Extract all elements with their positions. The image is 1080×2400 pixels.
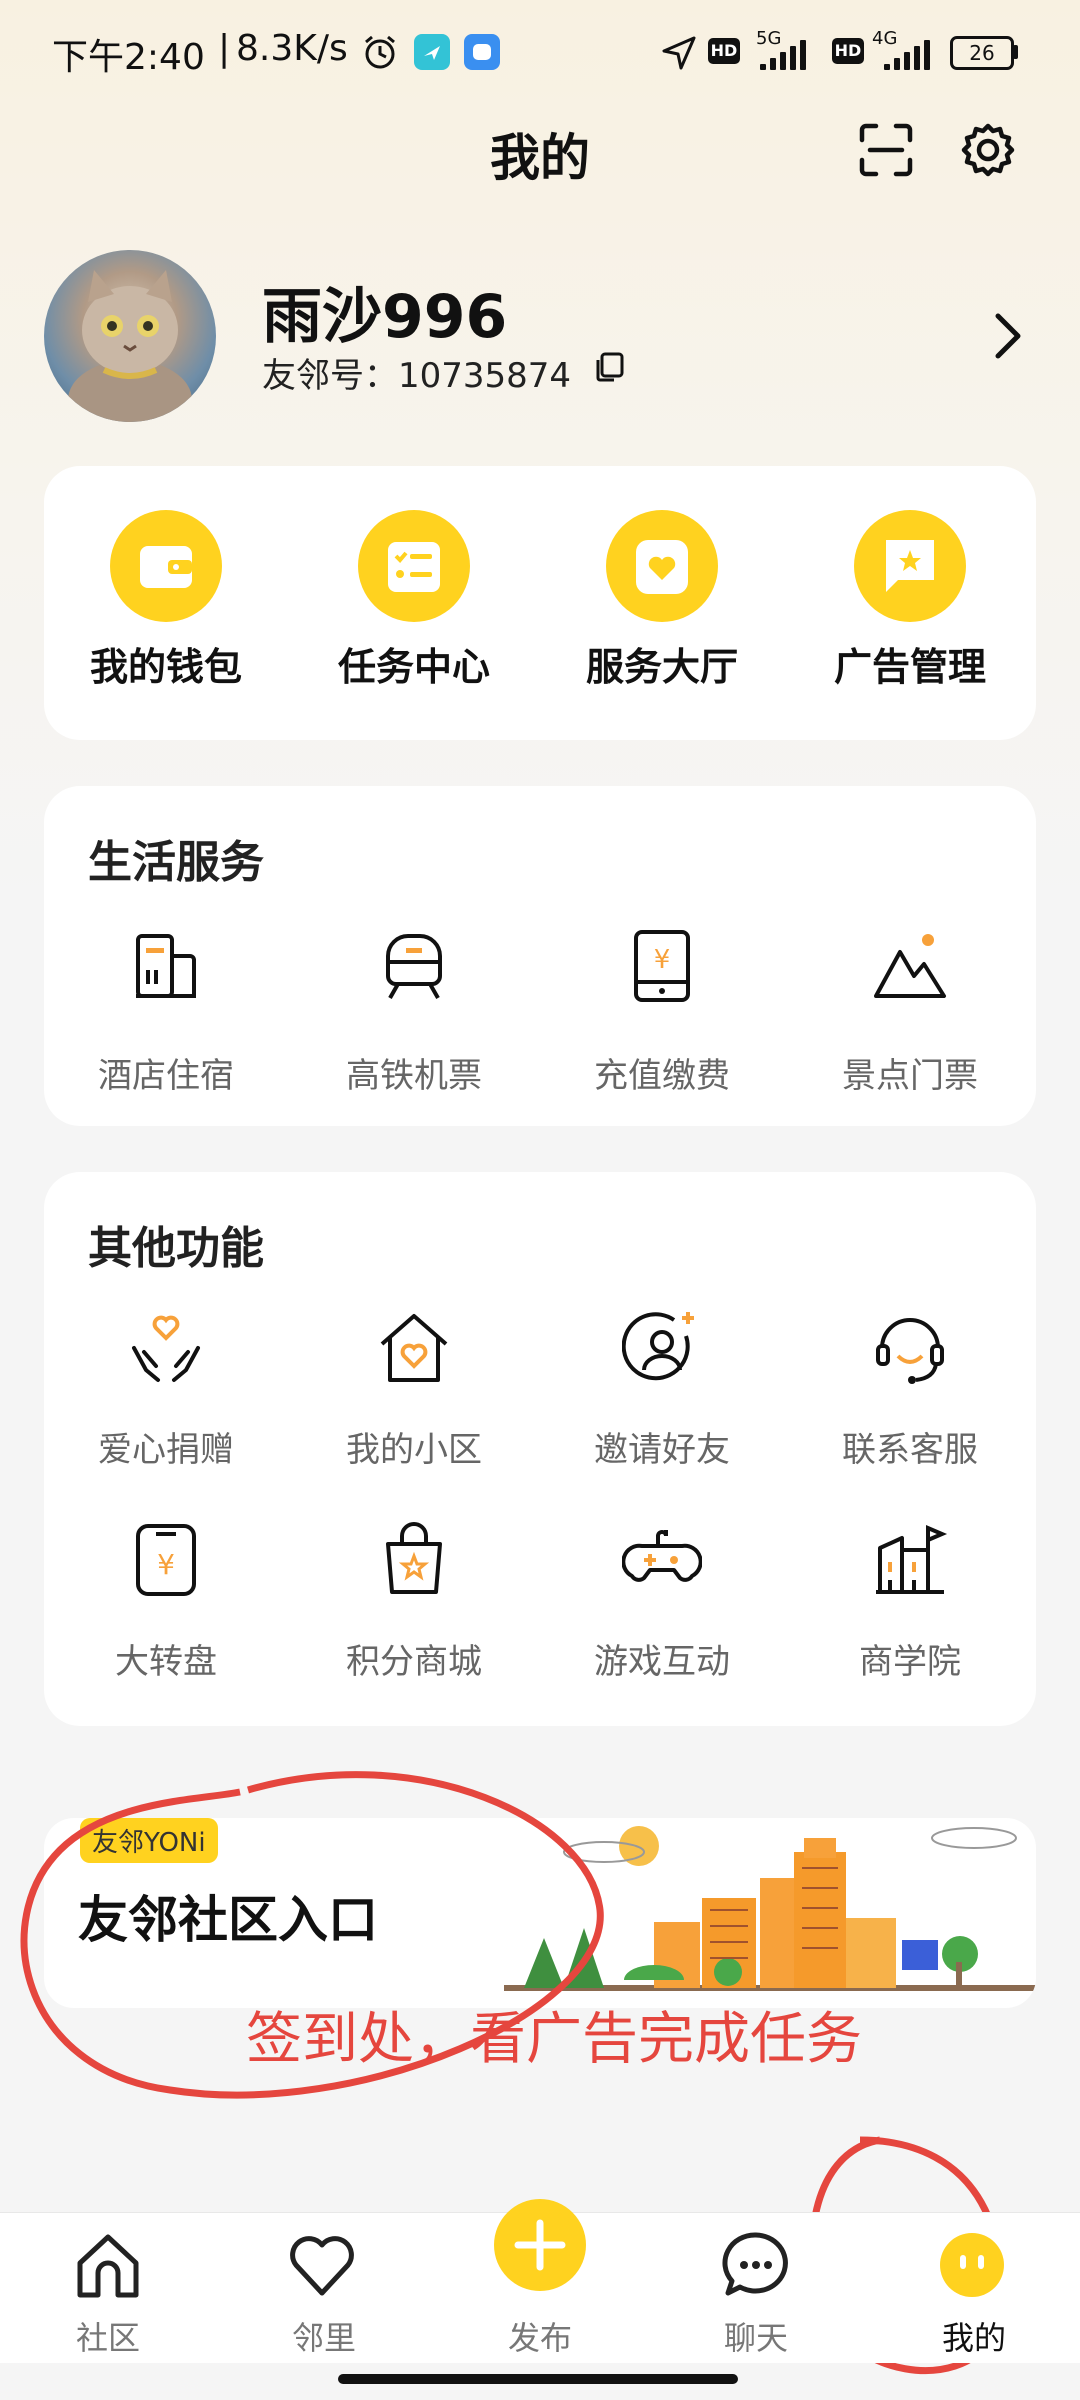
task-center-button[interactable]	[358, 510, 470, 622]
task-list-icon	[388, 542, 440, 592]
nav-label-chat[interactable]: 聊天	[676, 2313, 836, 2359]
wallet-button[interactable]	[110, 510, 222, 622]
battery-tip	[1013, 45, 1018, 59]
service-label-hotel[interactable]: 酒店住宿	[46, 1048, 286, 1097]
status-divider: |	[218, 28, 231, 69]
feature-label-school[interactable]: 商学院	[790, 1634, 1030, 1683]
service-label-recharge[interactable]: 充值缴费	[542, 1048, 782, 1097]
app-notification-icon-2	[464, 34, 500, 70]
network-speed: 8.3K/s	[236, 28, 348, 69]
battery-indicator: 26	[950, 36, 1014, 70]
avatar[interactable]	[44, 250, 216, 422]
headset-icon[interactable]	[870, 1308, 950, 1388]
signal-icon-1	[760, 40, 806, 70]
feature-label-support[interactable]: 联系客服	[790, 1422, 1030, 1471]
feature-label-games[interactable]: 游戏互动	[542, 1634, 782, 1683]
alarm-icon	[365, 35, 395, 69]
status-time: 下午2:40	[52, 37, 205, 78]
status-bar: 下午2:40 | 8.3K/s HD 5G HD 4G 26	[0, 0, 1080, 100]
plus-icon	[514, 2219, 566, 2271]
train-icon[interactable]	[374, 926, 454, 1006]
page-title: 我的	[490, 129, 590, 187]
service-label-train[interactable]: 高铁机票	[294, 1048, 534, 1097]
nav-label-mine[interactable]: 我的	[894, 2313, 1054, 2359]
shopping-bag-star-icon[interactable]	[374, 1520, 454, 1600]
gear-icon[interactable]	[958, 120, 1018, 180]
chat-bubble-icon[interactable]	[720, 2229, 792, 2301]
app-notification-icon	[414, 34, 450, 70]
battery-level: 26	[969, 41, 995, 65]
svg-text:¥: ¥	[157, 1548, 175, 1581]
other-features-title: 其他功能	[88, 1223, 264, 1274]
heart-shield-icon	[636, 540, 688, 594]
lucky-wheel-icon[interactable]: ¥	[126, 1520, 206, 1600]
profile-name: 雨沙996	[262, 282, 508, 352]
nav-label-publish[interactable]: 发布	[460, 2313, 620, 2359]
nav-label-community[interactable]: 社区	[28, 2313, 188, 2359]
house-heart-icon[interactable]	[374, 1308, 454, 1388]
hotel-icon[interactable]	[126, 926, 206, 1006]
copy-icon[interactable]	[592, 350, 626, 384]
feature-label-community[interactable]: 我的小区	[294, 1422, 534, 1471]
flag-star-icon	[886, 540, 934, 592]
heart-icon[interactable]	[286, 2229, 358, 2301]
quick-label-service[interactable]: 服务大厅	[542, 636, 782, 691]
bottom-nav: 社区 邻里 发布 聊天 我的	[0, 2199, 1080, 2363]
location-arrow-icon	[662, 36, 696, 70]
home-indicator[interactable]	[338, 2374, 738, 2384]
home-icon[interactable]	[72, 2229, 144, 2301]
other-features-card: 其他功能 爱心捐赠 我的小区 邀请好友 联系客服 ¥ 大转盘 积分商城 游戏互动…	[44, 1172, 1036, 1726]
publish-button[interactable]	[494, 2199, 586, 2291]
service-hall-button[interactable]	[606, 510, 718, 622]
chevron-right-icon[interactable]	[990, 310, 1026, 362]
nav-label-neighbors[interactable]: 邻里	[244, 2313, 404, 2359]
quick-actions-card: 我的钱包 任务中心 服务大厅 广告管理	[44, 466, 1036, 740]
cat-avatar-image	[68, 270, 192, 422]
donate-hands-icon[interactable]	[126, 1308, 206, 1388]
service-label-scenic[interactable]: 景点门票	[790, 1048, 1030, 1097]
ad-management-button[interactable]	[854, 510, 966, 622]
life-services-card: 生活服务 酒店住宿 高铁机票 ¥ 充值缴费 景点门票	[44, 786, 1036, 1126]
school-building-icon[interactable]	[870, 1520, 950, 1600]
quick-label-wallet[interactable]: 我的钱包	[46, 636, 286, 691]
mountain-icon[interactable]	[870, 926, 950, 1006]
feature-label-donate[interactable]: 爱心捐赠	[46, 1422, 286, 1471]
hd-badge-2: HD	[832, 38, 864, 64]
profile-id: 友邻号：10735874	[262, 356, 572, 396]
invite-user-icon[interactable]	[622, 1308, 702, 1388]
feature-label-mall[interactable]: 积分商城	[294, 1634, 534, 1683]
scan-icon[interactable]	[858, 122, 914, 178]
feature-label-invite[interactable]: 邀请好友	[542, 1422, 782, 1471]
signal-icon-2	[884, 40, 930, 70]
svg-text:¥: ¥	[654, 945, 671, 975]
hd-badge-1: HD	[708, 38, 740, 64]
gamepad-icon[interactable]	[622, 1520, 702, 1600]
quick-label-ads[interactable]: 广告管理	[790, 636, 1030, 691]
recharge-phone-icon[interactable]: ¥	[622, 926, 702, 1006]
life-services-title: 生活服务	[88, 837, 264, 888]
quick-label-task[interactable]: 任务中心	[294, 636, 534, 691]
feature-label-wheel[interactable]: 大转盘	[46, 1634, 286, 1683]
wallet-icon	[140, 546, 192, 588]
mascot-face-icon[interactable]	[940, 2233, 1004, 2297]
